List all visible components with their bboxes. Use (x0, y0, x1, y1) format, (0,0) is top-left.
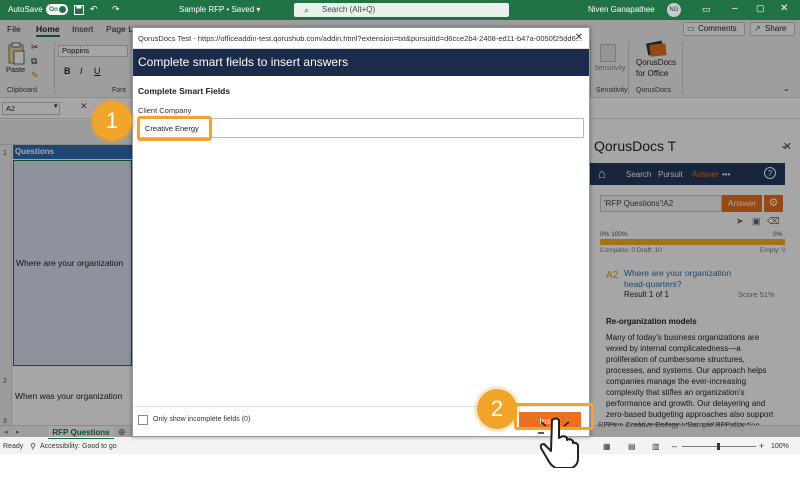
ribbon-display-icon[interactable]: ▭ (702, 4, 711, 15)
page-layout-icon[interactable]: ▤ (628, 442, 636, 451)
modal-backdrop (0, 20, 800, 27)
autosave-toggle[interactable]: On (46, 4, 68, 15)
modal-backdrop (0, 27, 132, 437)
zoom-in-icon[interactable]: + (759, 441, 764, 451)
maximize-icon[interactable]: ▢ (756, 3, 765, 14)
dialog-header: Complete smart fields to insert answers (133, 49, 589, 76)
status-ready: Ready (3, 443, 24, 450)
hand-cursor-icon (538, 416, 580, 468)
section-title: Complete Smart Fields (138, 86, 231, 96)
page-break-icon[interactable]: ▥ (652, 442, 660, 451)
accessibility-icon: ⚲ (30, 442, 36, 451)
redo-icon[interactable]: ↷ (112, 4, 120, 15)
dialog-url-bar: QorusDocs Test - https://officeaddin-tes… (133, 28, 589, 49)
normal-view-icon[interactable]: ▦ (603, 442, 611, 451)
incomplete-fields-checkbox[interactable] (138, 415, 148, 425)
zoom-level[interactable]: 100% (771, 443, 789, 450)
dialog-close-icon[interactable]: ✕ (575, 32, 583, 43)
step-2-badge: 2 (477, 389, 517, 429)
client-company-label: Client Company (138, 106, 192, 115)
status-accessibility[interactable]: Accessibility: Good to go (40, 443, 117, 450)
search-icon: ⌕ (304, 5, 310, 15)
close-icon[interactable]: ✕ (780, 3, 788, 14)
document-title: Sample RFP • Saved ▾ (179, 5, 261, 14)
modal-backdrop (590, 27, 800, 437)
user-name: Niven Ganapathee (588, 5, 655, 14)
zoom-slider-thumb[interactable] (717, 443, 720, 450)
zoom-out-icon[interactable]: – (672, 441, 677, 451)
incomplete-fields-label: Only show incomplete fields (0) (153, 416, 251, 423)
undo-icon[interactable]: ↶ (90, 4, 98, 15)
step-1-badge: 1 (92, 101, 132, 141)
autosave-label: AutoSave (8, 5, 43, 14)
field-highlight (137, 116, 212, 141)
desktop-background (0, 454, 800, 481)
minimize-icon[interactable]: – (732, 3, 738, 14)
save-icon[interactable] (74, 5, 84, 15)
title-bar: AutoSave On ↶ ↷ Sample RFP • Saved ▾ ⌕ S… (0, 0, 800, 20)
status-bar: Ready ⚲ Accessibility: Good to go ▦ ▤ ▥ … (0, 439, 800, 454)
search-input[interactable]: ⌕ Search (Alt+Q) (294, 3, 509, 17)
avatar[interactable]: NG (667, 3, 681, 17)
smart-fields-dialog: QorusDocs Test - https://officeaddin-tes… (132, 27, 590, 437)
